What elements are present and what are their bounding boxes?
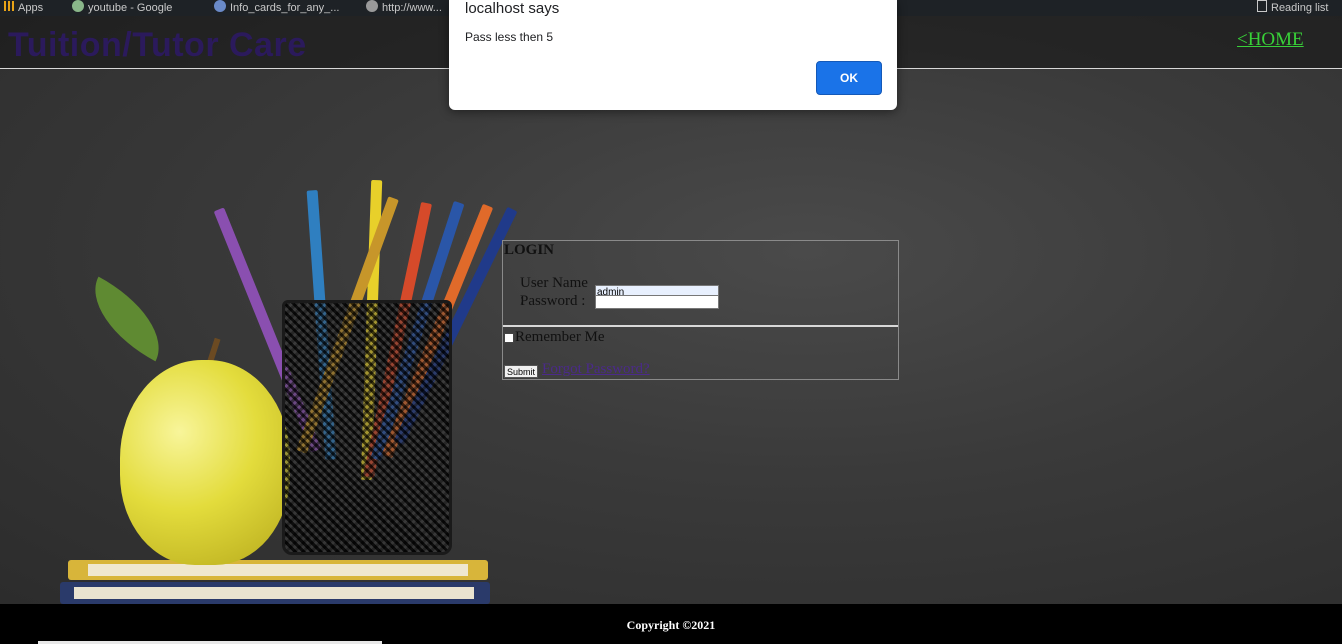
password-row: Password : [520, 293, 719, 310]
site-title: Tuition/Tutor Care [8, 26, 307, 64]
submit-button[interactable]: Submit [504, 365, 538, 378]
alert-title: localhost says [465, 0, 560, 17]
alert-ok-button[interactable]: OK [816, 61, 882, 95]
bookmark-label: Apps [18, 2, 44, 14]
alert-message: Pass less then 5 [465, 30, 554, 44]
bookmark-label: Reading list [1271, 2, 1329, 14]
login-form: LOGIN User Name : Password : Remember Me… [502, 240, 899, 380]
school-supplies-illustration [0, 160, 540, 604]
apps-grid-icon [4, 1, 14, 11]
remember-me-row: Remember Me [504, 329, 605, 346]
copyright-text: Copyright ©2021 [626, 618, 716, 632]
site-icon [214, 0, 226, 12]
pencil-cup-image [282, 300, 452, 555]
site-icon [72, 0, 84, 12]
bookmark-http[interactable]: http://www... [366, 0, 442, 16]
remember-me-checkbox[interactable] [504, 332, 514, 343]
bookmark-info-cards[interactable]: Info_cards_for_any_... [214, 0, 339, 16]
apple-leaf-image [76, 276, 178, 362]
apple-image [120, 360, 290, 565]
forgot-password-link[interactable]: Forgot Password? [542, 361, 650, 378]
bookmark-youtube[interactable]: youtube - Google [72, 0, 172, 16]
remember-me-label: Remember Me [515, 329, 605, 345]
site-icon [366, 0, 378, 12]
alert-dialog: localhost says Pass less then 5 OK [449, 0, 897, 110]
password-label: Password : [520, 293, 586, 309]
bookmark-reading-list[interactable]: Reading list [1257, 0, 1328, 16]
bookmark-label: youtube - Google [88, 2, 173, 14]
bookmark-label: http://www... [382, 2, 442, 14]
books-image [60, 560, 490, 604]
bookmark-label: Info_cards_for_any_... [230, 2, 340, 14]
login-title: LOGIN [504, 242, 555, 258]
home-link[interactable]: <HOME [1237, 29, 1304, 51]
site-footer: Copyright ©2021 [0, 604, 1342, 644]
reading-list-icon [1257, 0, 1267, 12]
password-input[interactable] [595, 294, 719, 309]
form-divider [503, 325, 898, 327]
bookmark-apps[interactable]: Apps [4, 0, 43, 16]
